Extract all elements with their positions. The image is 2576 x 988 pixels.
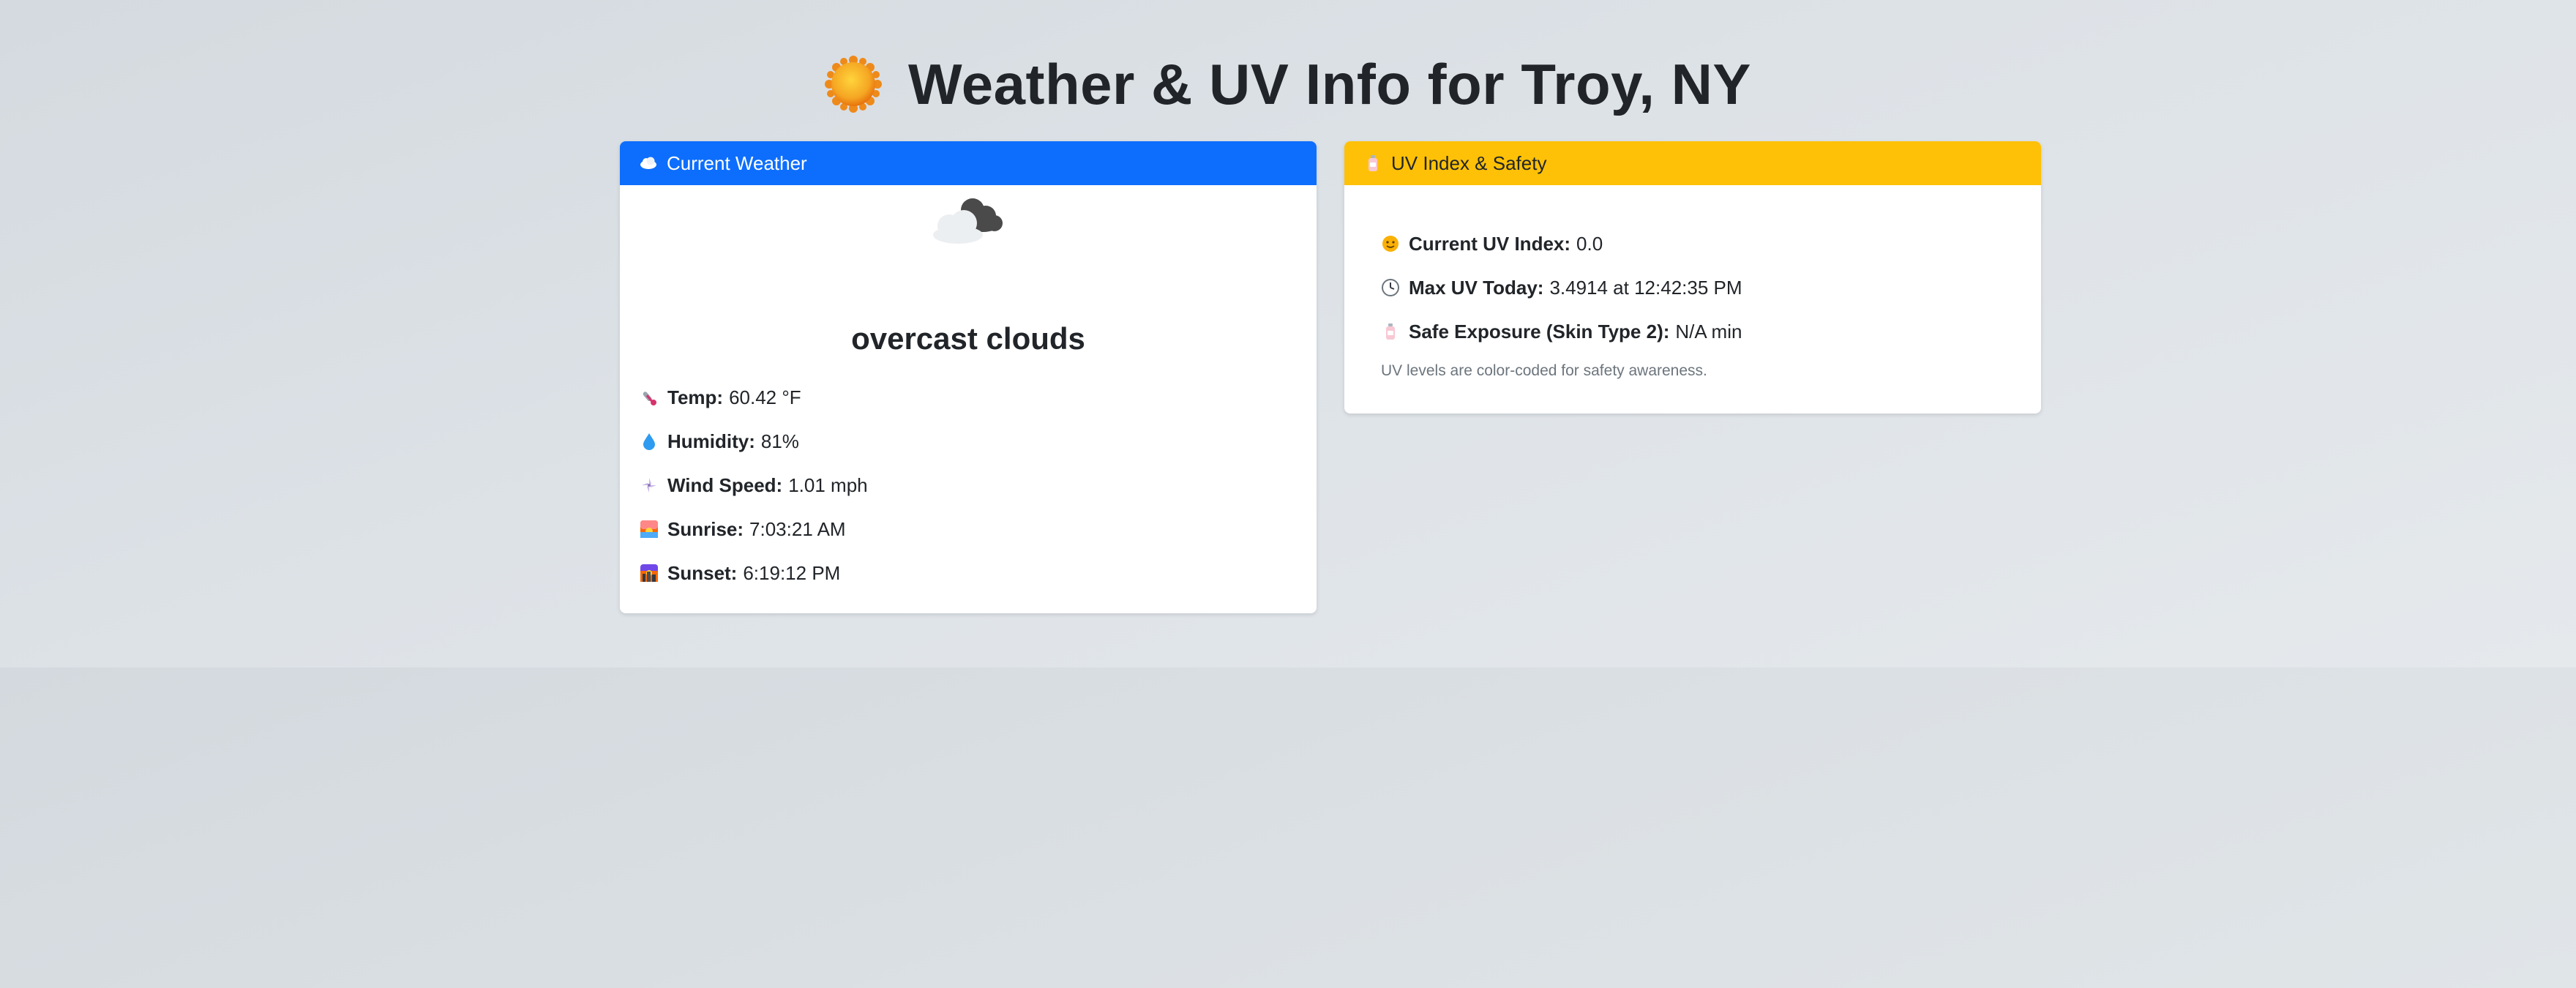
lotion-bottle-icon bbox=[1363, 154, 1382, 173]
sunrise-row: Sunrise: 7:03:21 AM bbox=[640, 507, 868, 551]
sunset-icon bbox=[640, 564, 659, 583]
humidity-label: Humidity: bbox=[667, 430, 755, 452]
weather-details-list: Temp: 60.42 °F Humidity: 81% Wind Speed:… bbox=[640, 375, 868, 595]
droplet-icon bbox=[640, 432, 659, 451]
current-weather-card: Current Weather overcast clouds Temp: 60… bbox=[620, 141, 1317, 613]
weather-description: overcast clouds bbox=[851, 321, 1085, 356]
max-uv-label: Max UV Today: bbox=[1409, 276, 1544, 299]
wind-speed-row: Wind Speed: 1.01 mph bbox=[640, 463, 868, 507]
uv-details-list: Current UV Index: 0.0 Max UV Today: 3.49… bbox=[1381, 222, 1742, 380]
safe-exposure-label: Safe Exposure (Skin Type 2): bbox=[1409, 320, 1670, 343]
uv-note: UV levels are color-coded for safety awa… bbox=[1381, 362, 1707, 379]
max-uv-value: 3.4914 at 12:42:35 PM bbox=[1549, 276, 1742, 299]
humidity-value: 81% bbox=[760, 430, 799, 452]
current-weather-title: Current Weather bbox=[667, 151, 807, 174]
temp-label: Temp: bbox=[667, 386, 724, 408]
sunrise-label: Sunrise: bbox=[667, 517, 744, 540]
sunrise-icon bbox=[640, 520, 659, 539]
safe-exposure-row: Safe Exposure (Skin Type 2): N/A min bbox=[1381, 310, 1742, 353]
sunrise-value: 7:03:21 AM bbox=[749, 517, 846, 540]
sun-face-icon bbox=[1381, 234, 1400, 253]
uv-index-title: UV Index & Safety bbox=[1391, 151, 1547, 174]
humidity-row: Humidity: 81% bbox=[640, 419, 868, 463]
lotion-bottle-icon bbox=[1381, 322, 1400, 341]
clock-icon bbox=[1381, 278, 1400, 297]
sun-icon bbox=[825, 56, 883, 113]
current-uv-row: Current UV Index: 0.0 bbox=[1381, 222, 1742, 266]
max-uv-row: Max UV Today: 3.4914 at 12:42:35 PM bbox=[1381, 266, 1742, 310]
temp-value: 60.42 °F bbox=[729, 386, 801, 408]
thermometer-icon bbox=[640, 388, 659, 407]
page-title: Weather & UV Info for Troy, NY bbox=[0, 44, 2576, 124]
cloud-icon bbox=[639, 154, 658, 173]
temp-row: Temp: 60.42 °F bbox=[640, 375, 868, 419]
current-uv-label: Current UV Index: bbox=[1409, 232, 1571, 255]
sunset-value: 6:19:12 PM bbox=[743, 561, 841, 584]
uv-index-card: UV Index & Safety Current UV Index: 0.0 bbox=[1344, 141, 2041, 413]
safe-exposure-value: N/A min bbox=[1675, 320, 1742, 343]
sunset-label: Sunset: bbox=[667, 561, 738, 584]
page-background-bottom bbox=[0, 667, 2576, 988]
uv-index-header: UV Index & Safety bbox=[1344, 141, 2041, 185]
overcast-clouds-icon bbox=[924, 187, 1012, 252]
current-weather-header: Current Weather bbox=[620, 141, 1317, 185]
sunset-row: Sunset: 6:19:12 PM bbox=[640, 551, 868, 595]
wind-speed-label: Wind Speed: bbox=[667, 474, 783, 496]
wind-icon bbox=[640, 476, 659, 495]
current-uv-value: 0.0 bbox=[1576, 232, 1603, 255]
wind-speed-value: 1.01 mph bbox=[788, 474, 868, 496]
page-title-text: Weather & UV Info for Troy, NY bbox=[908, 52, 1751, 116]
